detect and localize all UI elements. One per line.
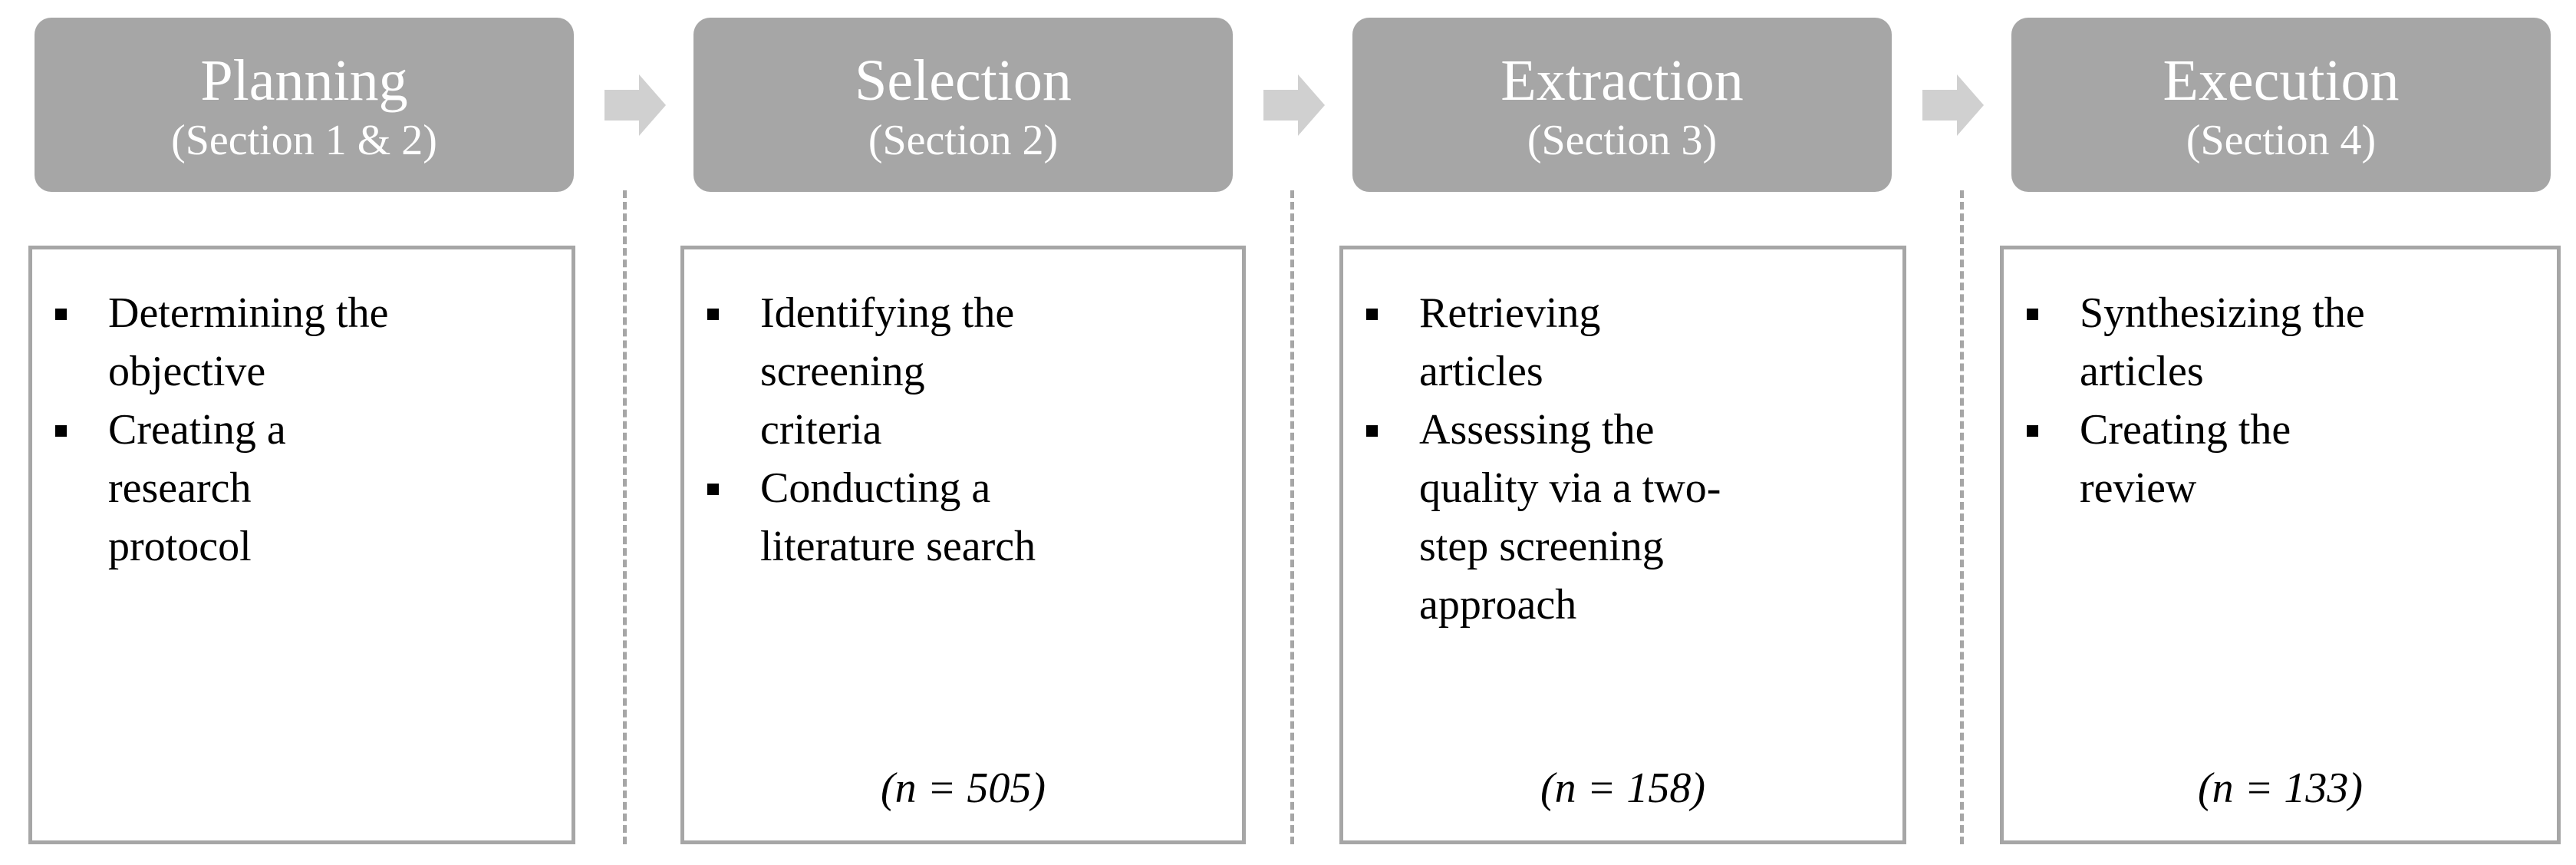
stage-title: Execution — [2163, 48, 2400, 113]
stage-item-text: Creating a research protocol — [108, 406, 286, 570]
stage-section: (Section 1 & 2) — [171, 117, 437, 164]
stage-box-selection: Identifying the screening criteria Conducti… — [680, 246, 1246, 844]
stage-header-extraction: Extraction (Section 3) — [1352, 18, 1892, 192]
stage-item-text: Retrieving articles — [1419, 289, 1601, 395]
stage-item-text: Conducting a literature search — [760, 464, 1036, 570]
sample-count: (n = 158) — [1540, 764, 1706, 812]
stage-box-extraction: Retrieving articles Assessing the quality v… — [1339, 246, 1906, 844]
stage-item-text: Assessing the quality via a two-step scre… — [1419, 406, 1721, 629]
right-arrow-icon — [1922, 74, 1984, 136]
stage-title: Extraction — [1500, 48, 1744, 113]
stage-item-text: Identifying the screening criteria — [760, 289, 1015, 454]
square-bullet-icon — [55, 309, 67, 320]
stage-section: (Section 3) — [1527, 117, 1718, 164]
stage-item: Determining the objective — [51, 284, 556, 401]
stage-section: (Section 2) — [868, 117, 1059, 164]
stage-title: Selection — [855, 48, 1072, 113]
stage-item-list: Retrieving articles Assessing the quality v… — [1362, 284, 1887, 634]
stage-item-list: Identifying the screening criteria Conducti… — [703, 284, 1227, 576]
square-bullet-icon — [1366, 309, 1378, 320]
stage-header-selection: Selection (Section 2) — [693, 18, 1233, 192]
square-bullet-icon — [707, 484, 719, 495]
stage-item: Creating a research protocol — [51, 401, 556, 576]
stage-header-execution: Execution (Section 4) — [2011, 18, 2551, 192]
stage-box-planning: Determining the objective Creating a resear… — [28, 246, 575, 844]
stage-item-text: Determining the objective — [108, 289, 389, 395]
stage-item: Identifying the screening criteria — [703, 284, 1227, 459]
dashed-divider — [1960, 190, 1964, 844]
stage-item: Assessing the quality via a two-step scre… — [1362, 401, 1887, 634]
stage-section: (Section 4) — [2186, 117, 2377, 164]
arrow-shape — [1922, 74, 1984, 136]
square-bullet-icon — [55, 425, 67, 437]
stage-item-list: Synthesizing the articles Creating the revi… — [2023, 284, 2541, 517]
dashed-divider — [623, 190, 627, 844]
dashed-divider — [1290, 190, 1294, 844]
stage-item: Retrieving articles — [1362, 284, 1887, 401]
stage-item-text: Synthesizing the articles — [2080, 289, 2365, 395]
arrow-shape — [604, 74, 666, 136]
square-bullet-icon — [2027, 425, 2038, 437]
stage-item: Synthesizing the articles — [2023, 284, 2541, 401]
right-arrow-icon — [604, 74, 666, 136]
square-bullet-icon — [2027, 309, 2038, 320]
stage-title: Planning — [200, 48, 408, 113]
stage-item-list: Determining the objective Creating a resear… — [51, 284, 556, 576]
square-bullet-icon — [1366, 425, 1378, 437]
stage-item-text: Creating the review — [2080, 406, 2291, 512]
sample-count: (n = 133) — [2197, 764, 2364, 812]
sample-count: (n = 505) — [880, 764, 1046, 812]
stage-item: Creating the review — [2023, 401, 2541, 517]
square-bullet-icon — [707, 309, 719, 320]
stage-item: Conducting a literature search — [703, 459, 1227, 576]
right-arrow-icon — [1263, 74, 1325, 136]
stage-box-execution: Synthesizing the articles Creating the revi… — [2000, 246, 2561, 844]
stage-header-planning: Planning (Section 1 & 2) — [35, 18, 574, 192]
arrow-shape — [1263, 74, 1325, 136]
